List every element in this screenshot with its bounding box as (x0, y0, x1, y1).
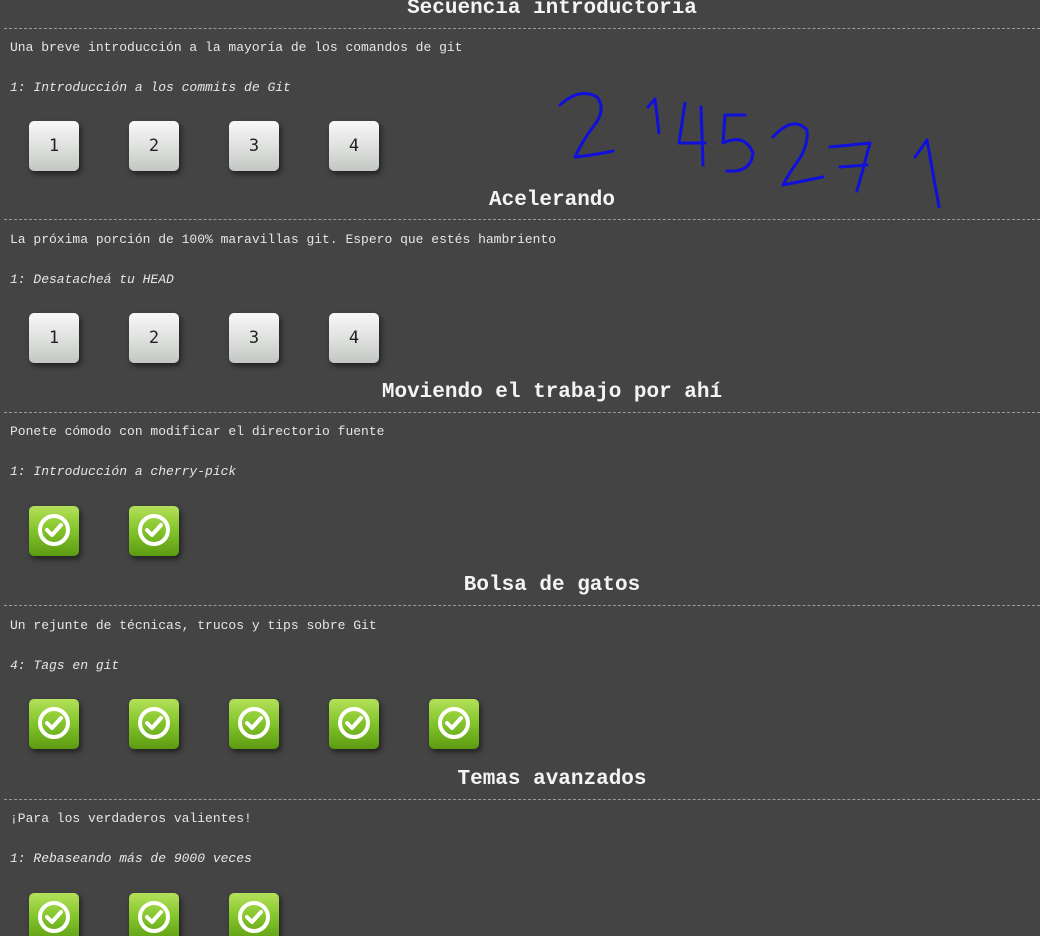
current-level-name: 4: Tags en git (10, 658, 120, 673)
level-button[interactable]: 4 (329, 121, 379, 171)
level-number: 3 (248, 136, 260, 156)
level-number: 1 (48, 328, 60, 348)
level-button[interactable]: 4 (329, 313, 379, 363)
section-title: Bolsa de gatos (463, 574, 641, 597)
level-button[interactable] (29, 893, 79, 936)
level-number: 3 (248, 328, 260, 348)
level-button[interactable]: 1 (29, 313, 79, 363)
check-circle-icon (38, 901, 70, 933)
check-circle-icon (138, 707, 170, 739)
level-button[interactable] (329, 699, 379, 749)
section-description: Ponete cómodo con modificar el directori… (10, 424, 385, 439)
section-description: ¡Para los verdaderos valientes! (10, 811, 252, 826)
level-number: 1 (48, 136, 60, 156)
check-circle-icon (138, 514, 170, 546)
level-number: 4 (348, 328, 360, 348)
level-button[interactable] (229, 699, 279, 749)
check-circle-icon (38, 707, 70, 739)
section-divider (4, 28, 1040, 29)
level-button[interactable] (129, 506, 179, 556)
section-title: Acelerando (488, 189, 616, 212)
section-description: Una breve introducción a la mayoría de l… (10, 40, 463, 55)
level-button[interactable] (229, 893, 279, 936)
level-button[interactable] (129, 699, 179, 749)
level-number: 2 (148, 328, 160, 348)
current-level-name: 1: Introducción a cherry-pick (10, 464, 237, 479)
section-divider (4, 412, 1040, 413)
level-button[interactable] (29, 699, 79, 749)
check-circle-icon (38, 514, 70, 546)
level-button[interactable]: 3 (229, 121, 279, 171)
check-circle-icon (138, 901, 170, 933)
check-circle-icon (438, 707, 470, 739)
level-button[interactable] (429, 699, 479, 749)
section-divider (4, 799, 1040, 800)
section-title: Secuencia introductoria (407, 0, 697, 20)
check-circle-icon (238, 707, 270, 739)
current-level-name: 1: Introducción a los commits de Git (10, 80, 291, 95)
check-circle-icon (238, 901, 270, 933)
section-divider (4, 605, 1040, 606)
section-title: Moviendo el trabajo por ahí (381, 381, 723, 404)
level-button[interactable]: 3 (229, 313, 279, 363)
section-description: Un rejunte de técnicas, trucos y tips so… (10, 618, 377, 633)
level-number: 4 (348, 136, 360, 156)
check-circle-icon (338, 707, 370, 739)
level-number: 2 (148, 136, 160, 156)
section-title: Temas avanzados (457, 768, 647, 791)
section-description: La próxima porción de 100% maravillas gi… (10, 232, 557, 247)
section-divider (4, 219, 1040, 220)
level-button[interactable] (29, 506, 79, 556)
level-button[interactable]: 2 (129, 121, 179, 171)
current-level-name: 1: Rebaseando más de 9000 veces (10, 851, 252, 866)
level-button[interactable]: 2 (129, 313, 179, 363)
level-button[interactable] (129, 893, 179, 936)
level-button[interactable]: 1 (29, 121, 79, 171)
current-level-name: 1: Desatacheá tu HEAD (10, 272, 174, 287)
